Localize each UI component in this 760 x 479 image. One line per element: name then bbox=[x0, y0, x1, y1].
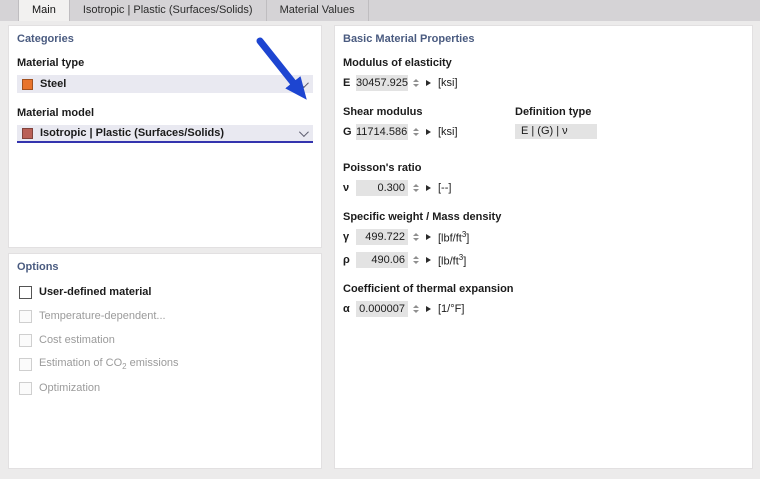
unit-picker-icon[interactable] bbox=[426, 185, 431, 191]
tab-material-values[interactable]: Material Values bbox=[267, 0, 369, 21]
checkbox-label: Temperature-dependent... bbox=[39, 310, 166, 322]
symbol-E: E bbox=[343, 77, 351, 89]
spinner[interactable] bbox=[411, 124, 421, 140]
tab-isotropic-plastic[interactable]: Isotropic | Plastic (Surfaces/Solids) bbox=[70, 0, 267, 21]
material-type-color-swatch bbox=[22, 78, 33, 90]
symbol-rho: ρ bbox=[343, 254, 350, 266]
unit-picker-icon[interactable] bbox=[426, 234, 431, 240]
poisson-input[interactable]: 0.300 bbox=[356, 180, 408, 196]
spinner[interactable] bbox=[411, 180, 421, 196]
material-type-value: Steel bbox=[40, 78, 67, 90]
definition-type-field[interactable]: E | (G) | ν bbox=[515, 124, 597, 139]
spinner[interactable] bbox=[411, 301, 421, 317]
definition-type-label: Definition type bbox=[515, 106, 592, 118]
properties-title: Basic Material Properties bbox=[343, 33, 475, 45]
symbol-nu: ν bbox=[343, 182, 350, 194]
modulus-unit: [ksi] bbox=[438, 77, 458, 89]
spinner-up-icon[interactable] bbox=[413, 184, 419, 187]
checkbox-label: User-defined material bbox=[39, 286, 152, 298]
tab-main[interactable]: Main bbox=[18, 0, 70, 21]
thermal-unit: [1/°F] bbox=[438, 303, 465, 315]
checkbox-row-co2-emissions: Estimation of CO2 emissions bbox=[19, 357, 313, 371]
spinner-down-icon[interactable] bbox=[413, 310, 419, 313]
spinner-up-icon[interactable] bbox=[413, 305, 419, 308]
specific-weight-label: Specific weight / Mass density bbox=[343, 211, 502, 223]
spinner[interactable] bbox=[411, 75, 421, 91]
material-model-value: Isotropic | Plastic (Surfaces/Solids) bbox=[40, 127, 225, 139]
checkbox-icon[interactable] bbox=[19, 285, 32, 299]
material-model-label: Material model bbox=[17, 107, 95, 119]
unit-picker-icon[interactable] bbox=[426, 129, 431, 135]
rho-input[interactable]: 490.06 bbox=[356, 252, 408, 268]
unit-picker-icon[interactable] bbox=[426, 257, 431, 263]
spinner-down-icon[interactable] bbox=[413, 238, 419, 241]
spinner-up-icon[interactable] bbox=[413, 79, 419, 82]
material-model-color-swatch bbox=[22, 127, 33, 139]
unit-picker-icon[interactable] bbox=[426, 306, 431, 312]
categories-panel: Categories Material type Steel Material … bbox=[8, 25, 322, 248]
symbol-G: G bbox=[343, 126, 352, 138]
rho-row: ρ 490.06 [lb/ft3] bbox=[343, 252, 744, 268]
rho-unit: [lb/ft3] bbox=[438, 252, 467, 268]
symbol-alpha: α bbox=[343, 303, 350, 315]
shear-row: G 11714.586 [ksi] bbox=[343, 124, 515, 140]
material-type-dropdown[interactable]: Steel bbox=[17, 75, 313, 93]
tab-bar: Main Isotropic | Plastic (Surfaces/Solid… bbox=[0, 0, 760, 21]
spinner-down-icon[interactable] bbox=[413, 133, 419, 136]
categories-title: Categories bbox=[17, 33, 74, 45]
chevron-down-icon bbox=[298, 126, 309, 137]
spinner-down-icon[interactable] bbox=[413, 189, 419, 192]
checkbox-row-cost-estimation: Cost estimation bbox=[19, 333, 313, 347]
material-model-dropdown[interactable]: Isotropic | Plastic (Surfaces/Solids) bbox=[17, 125, 313, 143]
shear-input[interactable]: 11714.586 bbox=[356, 124, 408, 140]
checkbox-label: Optimization bbox=[39, 382, 101, 394]
checkbox-icon bbox=[19, 333, 32, 347]
thermal-input[interactable]: 0.000007 bbox=[356, 301, 408, 317]
shear-unit: [ksi] bbox=[438, 126, 458, 138]
checkbox-icon bbox=[19, 381, 32, 395]
spinner-up-icon[interactable] bbox=[413, 256, 419, 259]
spinner[interactable] bbox=[411, 252, 421, 268]
modulus-label: Modulus of elasticity bbox=[343, 57, 452, 69]
modulus-row: E 30457.925 [ksi] bbox=[343, 75, 744, 91]
options-panel: Options User-defined material Temperatur… bbox=[8, 253, 322, 469]
checkbox-row-optimization: Optimization bbox=[19, 381, 313, 395]
thermal-expansion-group: Coefficient of thermal expansion α 0.000… bbox=[343, 283, 744, 317]
checkbox-row-temperature-dependent: Temperature-dependent... bbox=[19, 309, 313, 323]
poissons-ratio-group: Poisson's ratio ν 0.300 [--] bbox=[343, 162, 744, 196]
chevron-down-icon bbox=[298, 77, 309, 88]
poisson-label: Poisson's ratio bbox=[343, 162, 422, 174]
modulus-input[interactable]: 30457.925 bbox=[356, 75, 408, 91]
options-title: Options bbox=[17, 261, 59, 273]
basic-material-properties-panel: Basic Material Properties Modulus of ela… bbox=[334, 25, 753, 469]
spinner-up-icon[interactable] bbox=[413, 233, 419, 236]
poisson-row: ν 0.300 [--] bbox=[343, 180, 744, 196]
symbol-gamma: γ bbox=[343, 231, 350, 243]
gamma-unit: [lbf/ft3] bbox=[438, 229, 470, 245]
spinner-up-icon[interactable] bbox=[413, 128, 419, 131]
spinner[interactable] bbox=[411, 229, 421, 245]
material-dialog: Main Isotropic | Plastic (Surfaces/Solid… bbox=[0, 0, 760, 479]
thermal-row: α 0.000007 [1/°F] bbox=[343, 301, 744, 317]
material-type-label: Material type bbox=[17, 57, 85, 69]
checkbox-label: Cost estimation bbox=[39, 334, 115, 346]
unit-picker-icon[interactable] bbox=[426, 80, 431, 86]
spinner-down-icon[interactable] bbox=[413, 84, 419, 87]
modulus-of-elasticity-group: Modulus of elasticity E 30457.925 [ksi] bbox=[343, 57, 744, 91]
thermal-label: Coefficient of thermal expansion bbox=[343, 283, 514, 295]
spinner-down-icon[interactable] bbox=[413, 261, 419, 264]
shear-label: Shear modulus bbox=[343, 106, 423, 118]
shear-modulus-group: Shear modulus G 11714.586 [ksi] Definiti… bbox=[343, 106, 744, 147]
checkbox-icon bbox=[19, 309, 32, 323]
checkbox-icon bbox=[19, 357, 32, 371]
checkbox-row-user-defined-material[interactable]: User-defined material bbox=[19, 285, 313, 299]
gamma-input[interactable]: 499.722 bbox=[356, 229, 408, 245]
gamma-row: γ 499.722 [lbf/ft3] bbox=[343, 229, 744, 245]
specific-weight-group: Specific weight / Mass density γ 499.722… bbox=[343, 211, 744, 268]
poisson-unit: [--] bbox=[438, 182, 452, 194]
checkbox-label: Estimation of CO2 emissions bbox=[39, 356, 179, 372]
